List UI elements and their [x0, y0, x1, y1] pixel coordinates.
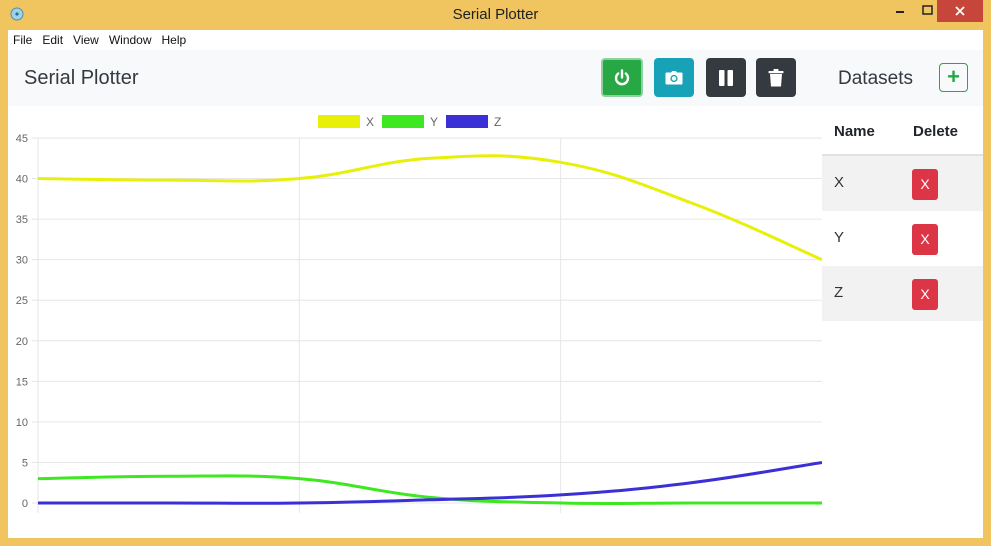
- delete-dataset-x-button[interactable]: X: [912, 169, 938, 200]
- line-chart: 0 5 10 15 20 25 30 35 40 45 X Y Z: [8, 106, 823, 538]
- y-tick-label: 0: [22, 498, 28, 510]
- camera-icon: [665, 70, 683, 84]
- add-dataset-button[interactable]: +: [939, 63, 968, 92]
- page-title: Serial Plotter: [24, 67, 139, 89]
- trash-icon: [768, 68, 784, 86]
- y-tick-label: 40: [16, 174, 28, 186]
- screenshot-button[interactable]: [654, 58, 694, 97]
- close-icon: [955, 6, 965, 16]
- menu-bar: File Edit View Window Help: [8, 30, 983, 50]
- close-button[interactable]: [937, 0, 983, 22]
- menu-window[interactable]: Window: [104, 30, 157, 47]
- connect-button[interactable]: [601, 58, 643, 97]
- dataset-name: Z: [834, 284, 844, 301]
- datasets-heading: Datasets: [838, 68, 913, 89]
- chart-svg: 0 5 10 15 20 25 30 35 40 45 X Y Z: [16, 115, 823, 513]
- y-tick-label: 35: [16, 214, 28, 226]
- y-tick-label: 25: [16, 295, 28, 307]
- y-tick-label: 20: [16, 336, 28, 348]
- y-tick-label: 10: [16, 417, 28, 429]
- dataset-name: X: [834, 174, 845, 191]
- menu-view[interactable]: View: [68, 30, 104, 47]
- window-title: Serial Plotter: [452, 6, 539, 23]
- legend-label-z: Z: [494, 115, 501, 129]
- legend-swatch-x: [318, 115, 360, 128]
- datasets-table: Name Delete X X Y X Z X: [822, 106, 983, 538]
- title-bar: Serial Plotter: [0, 0, 991, 30]
- name-column-header: Name: [834, 123, 875, 140]
- toolbar-header: Serial Plotter Datasets +: [8, 50, 983, 106]
- y-tick-label: 45: [16, 133, 28, 145]
- dataset-row-z: Z X: [822, 266, 983, 321]
- dataset-row-x: X X: [822, 156, 983, 211]
- pause-button[interactable]: [706, 58, 746, 97]
- delete-dataset-z-button[interactable]: X: [912, 279, 938, 310]
- power-icon: [614, 68, 630, 85]
- minimize-button[interactable]: [886, 0, 914, 22]
- main-content: Serial Plotter Datasets + 0 5 10 15 20 2…: [8, 50, 983, 538]
- legend-label-x: X: [366, 115, 374, 129]
- dataset-row-y: Y X: [822, 211, 983, 266]
- menu-help[interactable]: Help: [157, 30, 192, 47]
- pause-icon: [719, 69, 733, 86]
- dataset-name: Y: [834, 229, 845, 246]
- menu-edit[interactable]: Edit: [37, 30, 68, 47]
- y-tick-label: 15: [16, 376, 28, 388]
- app-window: Serial Plotter File Edit View Window Help Se…: [0, 0, 991, 546]
- y-tick-label: 5: [22, 457, 28, 469]
- legend-swatch-y: [382, 115, 424, 128]
- delete-dataset-y-button[interactable]: X: [912, 224, 938, 255]
- y-tick-label: 30: [16, 255, 28, 267]
- menu-file[interactable]: File: [8, 30, 37, 47]
- legend-label-y: Y: [430, 115, 438, 129]
- minimize-icon: [896, 11, 904, 13]
- legend-swatch-z: [446, 115, 488, 128]
- series-line-x: [37, 154, 823, 262]
- clear-button[interactable]: [756, 58, 796, 97]
- delete-column-header: Delete: [913, 123, 959, 140]
